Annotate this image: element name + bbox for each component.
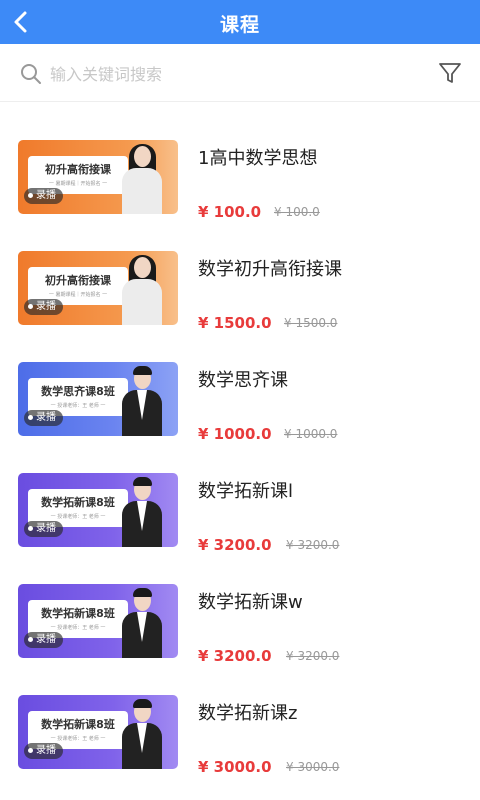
- recorded-badge: 录播: [24, 188, 63, 204]
- thumbnail-subtitle: 一 授课老师：王 老师 一: [50, 625, 106, 631]
- course-item[interactable]: 初升高衔接课 一 暑期课程｜开始报名 一 录播 数学初升高衔接课 ¥ 1500.…: [0, 213, 480, 332]
- course-item[interactable]: 数学拓新课8班 一 授课老师：王 老师 一 录播 数学拓新课w ¥ 3200.0…: [0, 546, 480, 665]
- recorded-badge: 录播: [24, 632, 63, 648]
- recorded-badge: 录播: [24, 743, 63, 759]
- course-thumbnail: 数学拓新课8班 一 授课老师：王 老师 一 录播: [18, 695, 178, 769]
- thumbnail-title: 初升高衔接课: [45, 163, 111, 176]
- course-name: 数学初升高衔接课: [198, 259, 342, 280]
- course-item[interactable]: 数学拓新课8班 一 授课老师：王 老师 一 录播 数学拓新课l ¥ 3200.0…: [0, 435, 480, 554]
- recorded-badge: 录播: [24, 299, 63, 315]
- course-thumbnail: 初升高衔接课 一 暑期课程｜开始报名 一 录播: [18, 140, 178, 214]
- page-title: 课程: [219, 14, 260, 36]
- search-input[interactable]: [50, 60, 400, 88]
- thumbnail-subtitle: 一 暑期课程｜开始报名 一: [48, 181, 108, 187]
- teacher-photo: [122, 144, 162, 214]
- teacher-photo: [122, 699, 162, 769]
- teacher-photo: [122, 255, 162, 325]
- course-name: 数学思齐课: [198, 370, 288, 391]
- thumbnail-title: 数学拓新课8班: [41, 718, 115, 731]
- thumbnail-title: 初升高衔接课: [45, 274, 111, 287]
- search-bar: [0, 44, 480, 102]
- thumbnail-title: 数学拓新课8班: [41, 496, 115, 509]
- course-thumbnail: 数学拓新课8班 一 授课老师：王 老师 一 录播: [18, 584, 178, 658]
- course-name: 数学拓新课l: [198, 481, 294, 502]
- top-bar: 课程: [0, 0, 480, 44]
- course-thumbnail: 数学拓新课8班 一 授课老师：王 老师 一 录播: [18, 473, 178, 547]
- recorded-badge: 录播: [24, 410, 63, 426]
- thumbnail-subtitle: 一 授课老师：王 老师 一: [50, 736, 106, 742]
- course-price: ¥ 3000.0: [198, 758, 272, 776]
- original-price: ¥ 3000.0: [286, 760, 340, 774]
- thumbnail-title: 数学拓新课8班: [41, 607, 115, 620]
- thumbnail-subtitle: 一 授课老师：王 老师 一: [50, 403, 106, 409]
- course-item[interactable]: 数学拓新课8班 一 授课老师：王 老师 一 录播 数学拓新课z ¥ 3000.0…: [0, 657, 480, 776]
- course-item[interactable]: 数学思齐课8班 一 授课老师：王 老师 一 录播 数学思齐课 ¥ 1000.0 …: [0, 324, 480, 443]
- teacher-photo: [122, 366, 162, 436]
- course-name: 1高中数学思想: [198, 148, 318, 169]
- teacher-photo: [122, 477, 162, 547]
- recorded-badge: 录播: [24, 521, 63, 537]
- thumbnail-subtitle: 一 暑期课程｜开始报名 一: [48, 292, 108, 298]
- course-thumbnail: 数学思齐课8班 一 授课老师：王 老师 一 录播: [18, 362, 178, 436]
- teacher-photo: [122, 588, 162, 658]
- course-name: 数学拓新课z: [198, 703, 298, 724]
- search-icon: [21, 64, 41, 84]
- course-item[interactable]: 初升高衔接课 一 暑期课程｜开始报名 一 录播 1高中数学思想 ¥ 100.0 …: [0, 102, 480, 221]
- funnel-icon[interactable]: [437, 60, 463, 86]
- thumbnail-subtitle: 一 授课老师：王 老师 一: [50, 514, 106, 520]
- thumbnail-title: 数学思齐课8班: [41, 385, 115, 398]
- course-name: 数学拓新课w: [198, 592, 303, 613]
- course-thumbnail: 初升高衔接课 一 暑期课程｜开始报名 一 录播: [18, 251, 178, 325]
